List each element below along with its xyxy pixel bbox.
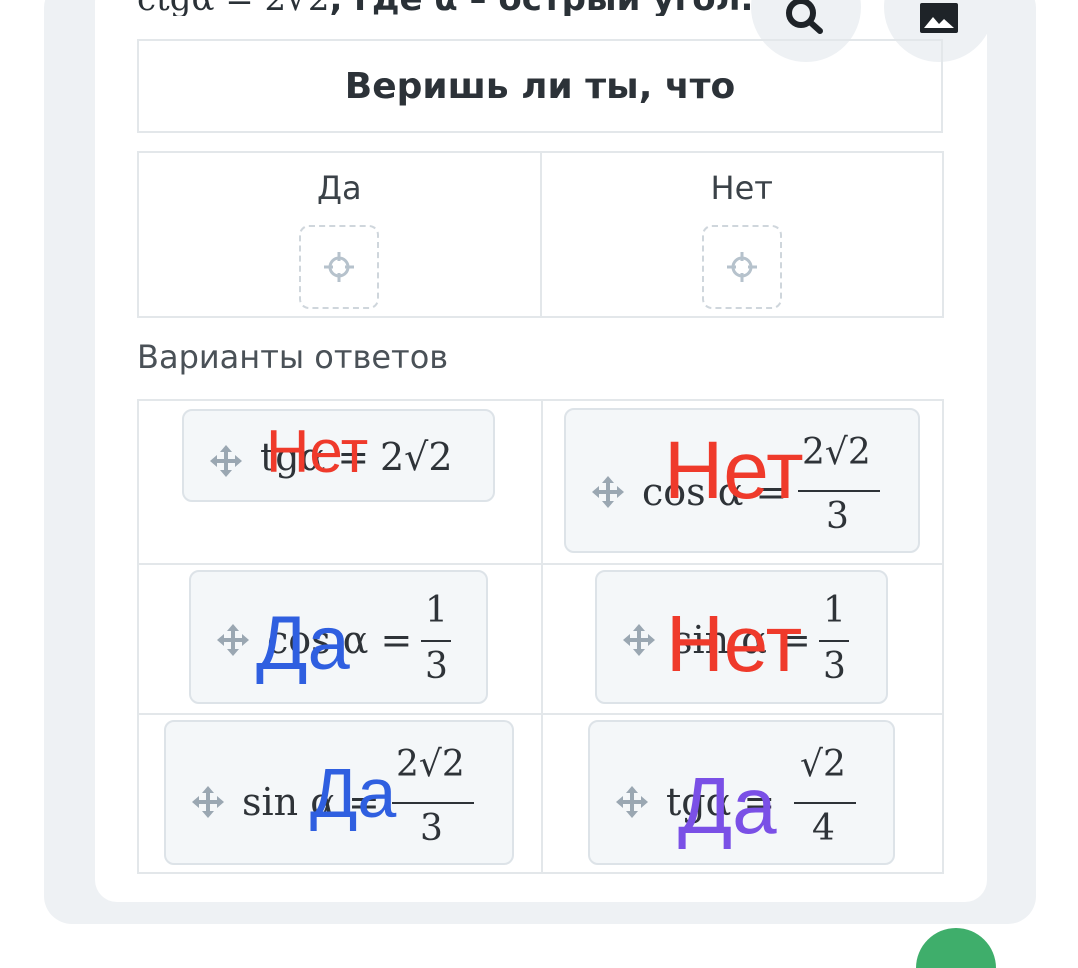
- answer-formula-right: 2√2: [380, 435, 453, 479]
- overlay-annotation-4: Нет: [666, 599, 803, 688]
- answer-fraction: 2√2 3: [392, 744, 476, 854]
- overlay-annotation-2: Нет: [664, 425, 804, 516]
- move-icon: [616, 786, 648, 818]
- grid-divider: [139, 563, 942, 565]
- statement-text: , где α – острый угол.: [329, 0, 753, 16]
- grid-divider: [139, 713, 942, 715]
- drop-target-icon: [324, 252, 355, 282]
- fraction-denominator: 3: [823, 646, 846, 687]
- fraction-denominator: 3: [420, 808, 443, 849]
- fraction-denominator: 4: [812, 808, 835, 849]
- fraction-numerator: 1: [823, 590, 846, 631]
- category-no-label: Нет: [710, 169, 773, 207]
- fraction-numerator: 1: [425, 590, 448, 631]
- task-statement: ctgα = 2√2, где α – острый угол.: [137, 0, 757, 16]
- statement-formula: ctgα = 2√2: [137, 0, 329, 16]
- overlay-annotation-1: Нет: [266, 418, 369, 485]
- fraction-numerator: 2√2: [396, 744, 465, 785]
- fraction-numerator: 2√2: [802, 432, 871, 473]
- overlay-annotation-5: Да: [310, 754, 397, 832]
- move-icon: [623, 624, 655, 656]
- move-icon: [192, 786, 224, 818]
- category-no: Нет: [539, 153, 943, 316]
- drop-zone-no[interactable]: [701, 225, 782, 309]
- category-yes: Да: [139, 153, 540, 316]
- move-icon: [592, 476, 624, 508]
- drop-target-icon: [726, 252, 757, 282]
- fraction-denominator: 3: [425, 646, 448, 687]
- overlay-annotation-3: Да: [256, 601, 350, 686]
- grid-divider: [541, 401, 543, 872]
- fraction-denominator: 3: [826, 496, 849, 537]
- drop-zone-yes[interactable]: [299, 225, 380, 309]
- fraction-numerator: √2: [800, 744, 846, 785]
- floating-action-button[interactable]: [916, 928, 996, 968]
- answer-fraction: 2√2 3: [798, 432, 882, 542]
- answers-label: Варианты ответов: [137, 338, 449, 376]
- category-yes-label: Да: [316, 169, 362, 207]
- answer-fraction: 1 3: [421, 590, 453, 690]
- overlay-annotation-6: Да: [678, 761, 777, 850]
- move-icon: [217, 624, 249, 656]
- question-title: Веришь ли ты, что: [137, 39, 943, 133]
- move-icon: [210, 445, 242, 477]
- answer-fraction: 1 3: [819, 590, 851, 690]
- category-table: Да Нет: [137, 151, 944, 318]
- answer-fraction: √2 4: [794, 744, 856, 854]
